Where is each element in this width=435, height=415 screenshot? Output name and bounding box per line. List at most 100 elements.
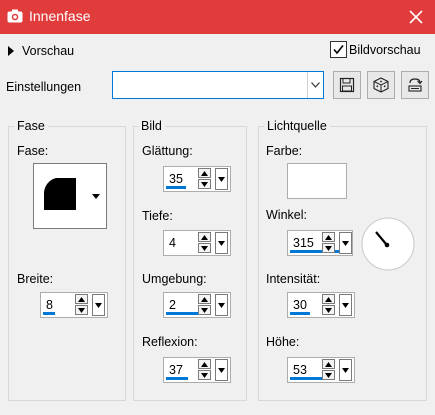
tiefe-spinbox[interactable]: 4 [163, 230, 231, 256]
arrow-up-icon [325, 235, 332, 240]
bevel-shape-icon [44, 178, 76, 210]
spin-down-button[interactable] [198, 370, 211, 380]
arrow-down-icon [325, 308, 332, 313]
spin-down-button[interactable] [322, 305, 335, 315]
hoehe-label: Höhe: [266, 335, 300, 349]
dropdown-arrow-icon [342, 368, 349, 373]
tiefe-label: Tiefe: [142, 209, 173, 223]
dropdown-arrow-icon [92, 194, 100, 199]
dropdown-arrow-icon [218, 241, 225, 246]
tiefe-updown[interactable] [198, 232, 212, 254]
winkel-spinbox[interactable]: 315 [287, 230, 353, 256]
spin-down-button[interactable] [322, 370, 335, 380]
breite-label: Breite: [17, 272, 54, 286]
arrow-up-icon [325, 297, 332, 302]
dropdown-arrow-icon [218, 177, 225, 182]
close-icon[interactable] [405, 6, 427, 28]
spin-up-button[interactable] [322, 294, 335, 304]
save-icon [339, 77, 355, 93]
intensitaet-spinbox[interactable]: 30 [287, 292, 355, 318]
camera-icon [7, 9, 23, 23]
chevron-down-icon [311, 82, 320, 88]
arrow-up-icon [201, 171, 208, 176]
umgebung-value: 2 [169, 298, 176, 312]
arrow-down-icon [325, 246, 332, 251]
breite-updown[interactable] [75, 294, 89, 316]
dropdown-arrow-icon [95, 303, 102, 308]
hoehe-level-bar [290, 377, 326, 380]
save-preset-button[interactable] [333, 71, 361, 99]
reflexion-label: Reflexion: [142, 335, 198, 349]
arrow-up-icon [201, 297, 208, 302]
spin-up-button[interactable] [75, 294, 88, 304]
bild-group-title: Bild [138, 119, 165, 133]
intensitaet-slider-dropdown[interactable] [339, 294, 352, 316]
glaettung-slider-dropdown[interactable] [215, 168, 228, 190]
glaettung-label: Glättung: [142, 144, 193, 158]
arrow-up-icon [201, 235, 208, 240]
spin-up-button[interactable] [198, 168, 211, 178]
farbe-color-swatch[interactable] [287, 163, 347, 199]
arrow-down-icon [201, 246, 208, 251]
arrow-up-icon [201, 362, 208, 367]
spin-down-button[interactable] [198, 305, 211, 315]
arrow-down-icon [201, 373, 208, 378]
spin-up-button[interactable] [322, 359, 335, 369]
angle-dial[interactable] [360, 216, 416, 272]
winkel-label: Winkel: [266, 208, 307, 222]
checkbox-box[interactable] [330, 41, 347, 58]
dice-icon [373, 77, 389, 93]
reflexion-slider-dropdown[interactable] [215, 359, 228, 381]
reset-button[interactable] [401, 71, 429, 99]
arrow-up-icon [78, 297, 85, 302]
dropdown-arrow-icon [342, 303, 349, 308]
dropdown-arrow-icon [342, 241, 349, 246]
spin-up-button[interactable] [198, 232, 211, 242]
winkel-slider-dropdown[interactable] [339, 232, 352, 254]
umgebung-updown[interactable] [198, 294, 212, 316]
spin-down-button[interactable] [75, 305, 88, 315]
glaettung-updown[interactable] [198, 168, 212, 190]
umgebung-spinbox[interactable]: 2 [163, 292, 231, 318]
winkel-updown[interactable] [322, 232, 336, 254]
arrow-down-icon [201, 308, 208, 313]
umgebung-label: Umgebung: [142, 272, 207, 286]
spin-up-button[interactable] [198, 359, 211, 369]
random-button[interactable] [367, 71, 395, 99]
einstellungen-combobox[interactable] [112, 71, 324, 99]
spin-down-button[interactable] [198, 179, 211, 189]
spin-down-button[interactable] [198, 243, 211, 253]
arrow-down-icon [78, 308, 85, 313]
glaettung-spinbox[interactable]: 35 [163, 166, 231, 192]
reflexion-spinbox[interactable]: 37 [163, 357, 231, 383]
reflexion-level-bar [166, 377, 188, 380]
reset-icon [408, 78, 423, 92]
reflexion-value: 37 [169, 363, 183, 377]
intensitaet-updown[interactable] [322, 294, 336, 316]
spin-down-button[interactable] [322, 243, 335, 253]
fase-group-title: Fase [14, 119, 48, 133]
intensitaet-value: 30 [293, 298, 307, 312]
reflexion-updown[interactable] [198, 359, 212, 381]
hoehe-updown[interactable] [322, 359, 336, 381]
tiefe-value: 4 [169, 236, 176, 250]
hoehe-spinbox[interactable]: 53 [287, 357, 355, 383]
tiefe-slider-dropdown[interactable] [215, 232, 228, 254]
dropdown-arrow-icon [218, 368, 225, 373]
breite-slider-dropdown[interactable] [92, 294, 105, 316]
arrow-up-icon [325, 362, 332, 367]
breite-spinbox[interactable]: 8 [40, 292, 108, 318]
farbe-label: Farbe: [266, 144, 303, 158]
breite-level-bar [43, 312, 55, 315]
umgebung-slider-dropdown[interactable] [215, 294, 228, 316]
winkel-level-bar [290, 250, 346, 253]
hoehe-slider-dropdown[interactable] [339, 359, 352, 381]
window-title: Innenfase [29, 8, 91, 24]
glaettung-level-bar [166, 186, 186, 189]
einstellungen-label: Einstellungen [6, 80, 82, 94]
combobox-dropdown-button[interactable] [307, 72, 323, 98]
expand-arrow-icon [8, 46, 14, 56]
fase-shape-picker[interactable] [33, 163, 107, 229]
spin-up-button[interactable] [322, 232, 335, 242]
spin-up-button[interactable] [198, 294, 211, 304]
